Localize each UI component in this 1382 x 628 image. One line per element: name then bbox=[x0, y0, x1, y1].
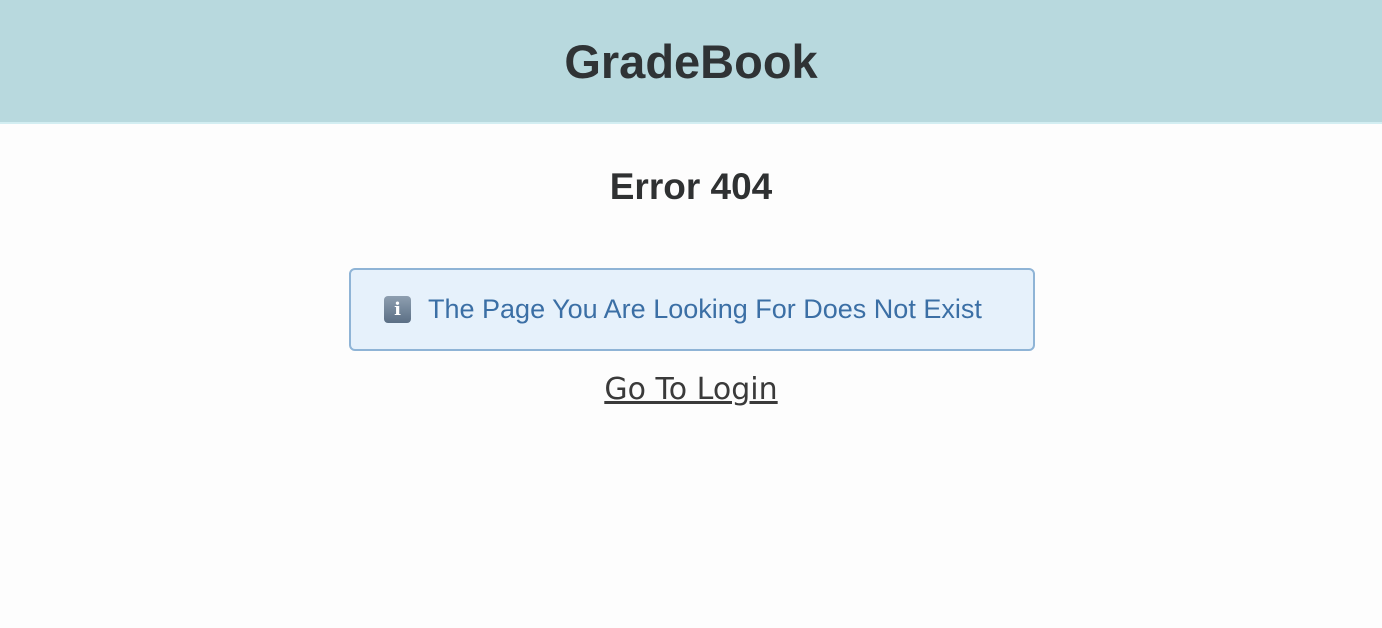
go-to-login-label: Go To Login bbox=[604, 372, 778, 407]
app-title: GradeBook bbox=[564, 34, 818, 88]
info-icon: i bbox=[384, 296, 411, 323]
app-header: GradeBook bbox=[0, 0, 1382, 124]
info-alert: i The Page You Are Looking For Does Not … bbox=[349, 268, 1035, 351]
error-title: Error 404 bbox=[609, 166, 773, 207]
alert-message: The Page You Are Looking For Does Not Ex… bbox=[428, 294, 982, 324]
go-to-login-link[interactable]: Go To Login bbox=[0, 372, 1382, 407]
